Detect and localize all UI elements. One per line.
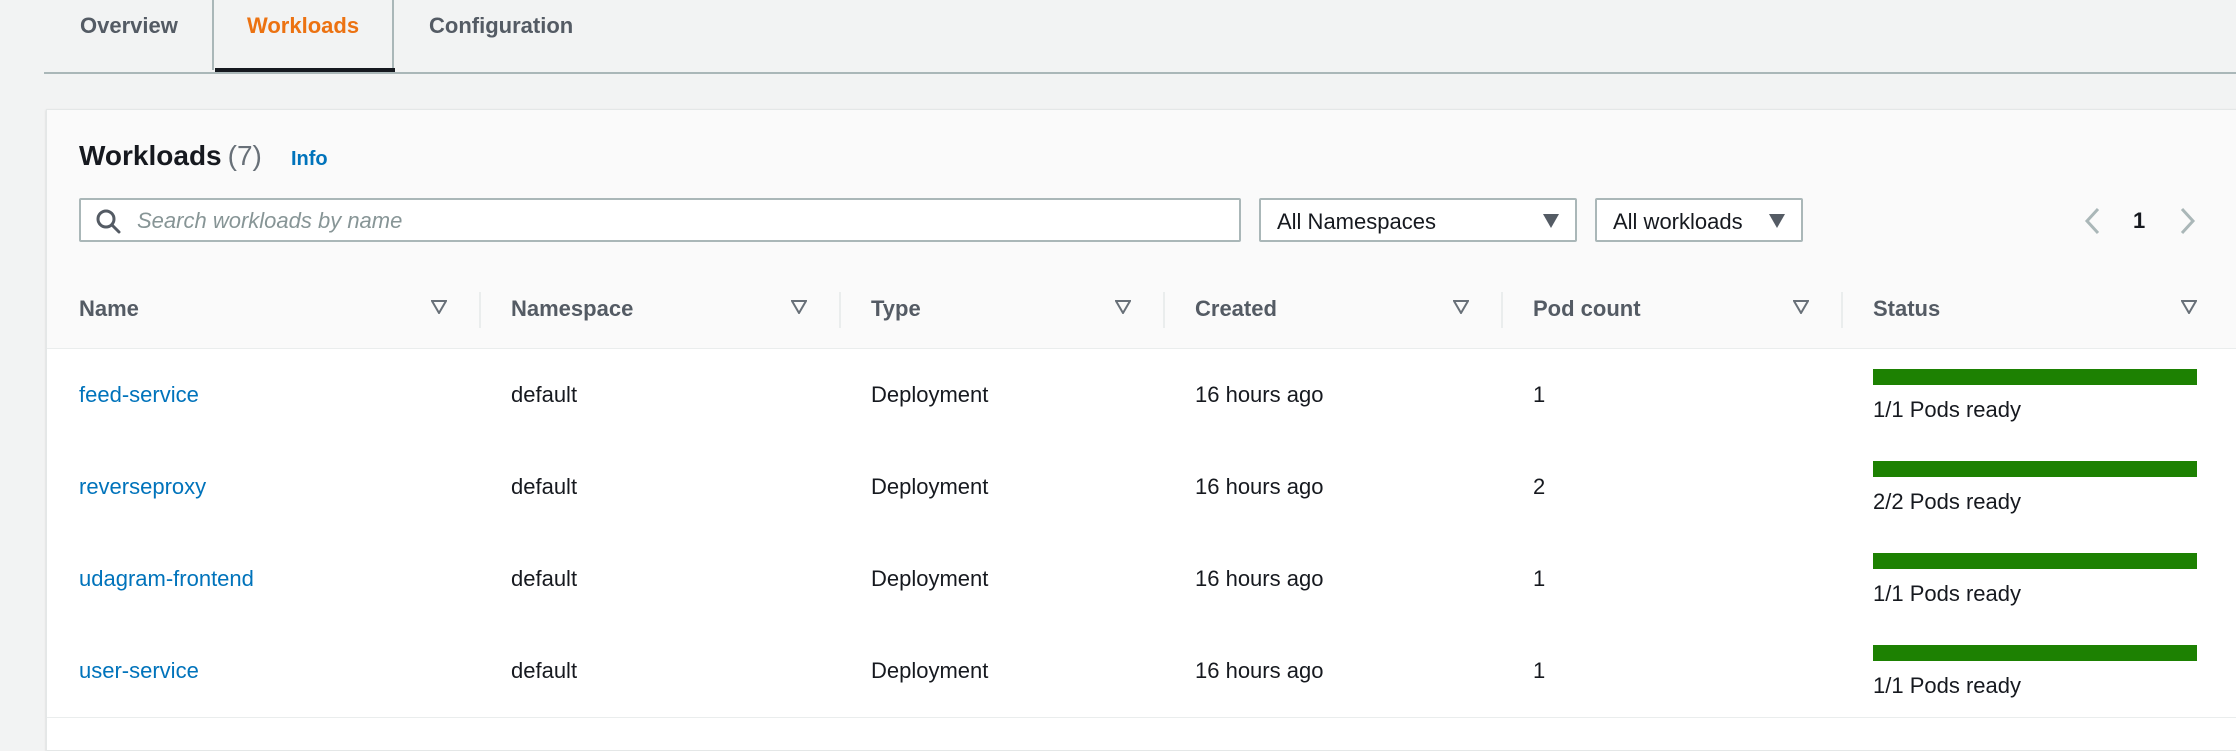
chevron-right-icon[interactable] xyxy=(2177,206,2197,236)
tab-workloads[interactable]: Workloads xyxy=(247,0,359,52)
sort-icon[interactable] xyxy=(1115,300,1131,314)
column-divider[interactable] xyxy=(479,292,481,328)
column-header-created[interactable]: Created xyxy=(1195,270,1277,348)
table-row: udagram-frontend default Deployment 16 h… xyxy=(47,533,2236,626)
chevron-left-icon[interactable] xyxy=(2083,206,2103,236)
info-link[interactable]: Info xyxy=(291,148,328,171)
sort-icon[interactable] xyxy=(431,300,447,314)
workload-name-link[interactable]: feed-service xyxy=(79,349,199,441)
namespace-cell: default xyxy=(511,474,578,499)
column-header-namespace[interactable]: Namespace xyxy=(511,270,633,348)
column-divider[interactable] xyxy=(1163,292,1165,328)
type-cell: Deployment xyxy=(871,566,989,591)
panel-title-text: Workloads xyxy=(79,140,222,171)
status-progress-bar xyxy=(1873,553,2197,569)
pod-count-cell: 1 xyxy=(1533,566,1546,591)
status-progress-bar xyxy=(1873,369,2197,385)
caret-down-icon xyxy=(1543,214,1559,228)
namespace-cell: default xyxy=(511,566,578,591)
workloads-panel: Workloads(7) Info All Namespaces All wor… xyxy=(46,109,2236,751)
column-divider[interactable] xyxy=(1841,292,1843,328)
sort-icon[interactable] xyxy=(791,300,807,314)
column-divider[interactable] xyxy=(1501,292,1503,328)
workload-count: (7) xyxy=(227,140,262,171)
table-row: user-service default Deployment 16 hours… xyxy=(47,625,2236,718)
table-row: reverseproxy default Deployment 16 hours… xyxy=(47,441,2236,534)
created-cell: 16 hours ago xyxy=(1195,566,1324,591)
namespace-cell: default xyxy=(511,382,578,407)
namespace-select-value: All Namespaces xyxy=(1277,209,1436,234)
type-cell: Deployment xyxy=(871,658,989,683)
current-page[interactable]: 1 xyxy=(2133,208,2145,234)
table-row: feed-service default Deployment 16 hours… xyxy=(47,349,2236,442)
namespace-select[interactable]: All Namespaces xyxy=(1259,198,1577,242)
panel-title: Workloads (7) xyxy=(79,140,262,172)
status-text: 1/1 Pods ready xyxy=(1873,397,2021,422)
active-tab-indicator xyxy=(215,68,395,72)
column-divider[interactable] xyxy=(839,292,841,328)
status-progress-bar xyxy=(1873,461,2197,477)
column-header-pod-count[interactable]: Pod count xyxy=(1533,270,1641,348)
type-cell: Deployment xyxy=(871,474,989,499)
created-cell: 16 hours ago xyxy=(1195,474,1324,499)
namespace-cell: default xyxy=(511,658,578,683)
column-header-type[interactable]: Type xyxy=(871,270,921,348)
workload-type-select[interactable]: All workloads xyxy=(1595,198,1803,242)
created-cell: 16 hours ago xyxy=(1195,382,1324,407)
workload-name-link[interactable]: udagram-frontend xyxy=(79,533,254,625)
table-header: Name Namespace Type Created Pod count St… xyxy=(47,270,2236,349)
caret-down-icon xyxy=(1769,214,1785,228)
status-text: 1/1 Pods ready xyxy=(1873,581,2021,606)
sort-icon[interactable] xyxy=(1793,300,1809,314)
status-progress-bar xyxy=(1873,645,2197,661)
sort-icon[interactable] xyxy=(1453,300,1469,314)
search-icon xyxy=(96,209,121,234)
pod-count-cell: 1 xyxy=(1533,658,1546,683)
column-header-name[interactable]: Name xyxy=(79,270,139,348)
tab-configuration[interactable]: Configuration xyxy=(429,0,573,52)
search-box[interactable] xyxy=(79,198,1241,242)
workload-name-link[interactable]: reverseproxy xyxy=(79,441,206,533)
tab-divider xyxy=(392,0,394,70)
created-cell: 16 hours ago xyxy=(1195,658,1324,683)
tab-overview[interactable]: Overview xyxy=(80,0,178,52)
status-text: 2/2 Pods ready xyxy=(1873,489,2021,514)
panel-header: Workloads(7) Info All Namespaces All wor… xyxy=(47,110,2236,271)
pod-count-cell: 1 xyxy=(1533,382,1546,407)
sort-icon[interactable] xyxy=(2181,300,2197,314)
pod-count-cell: 2 xyxy=(1533,474,1546,499)
type-cell: Deployment xyxy=(871,382,989,407)
tab-bar: Overview Workloads Configuration xyxy=(44,0,2236,74)
workload-type-select-value: All workloads xyxy=(1613,209,1743,234)
workload-name-link[interactable]: user-service xyxy=(79,625,199,717)
status-text: 1/1 Pods ready xyxy=(1873,673,2021,698)
tab-divider xyxy=(212,0,214,70)
column-header-status[interactable]: Status xyxy=(1873,270,1940,348)
search-input[interactable] xyxy=(135,200,1229,242)
